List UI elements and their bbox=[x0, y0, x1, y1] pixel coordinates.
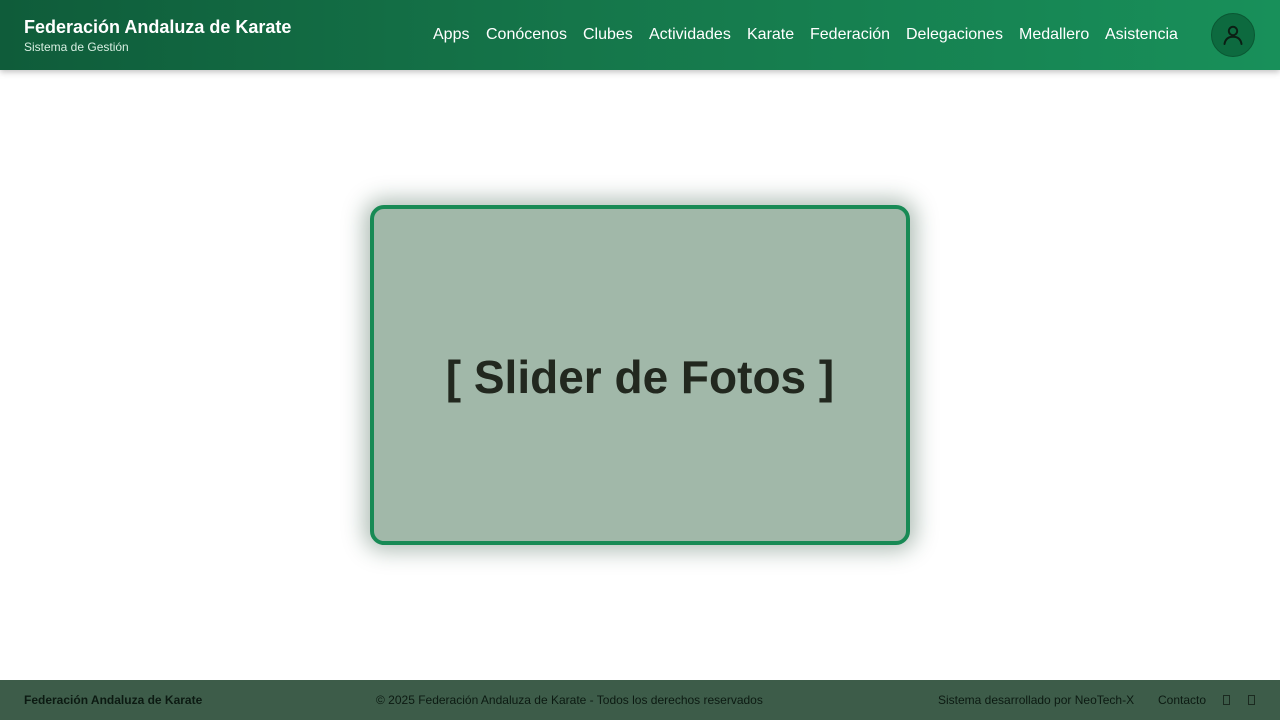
footer-copyright: © 2025 Federación Andaluza de Karate - T… bbox=[376, 693, 763, 707]
main-content: [ Slider de Fotos ] bbox=[0, 70, 1280, 680]
social-icon[interactable] bbox=[1248, 695, 1255, 705]
footer-developer: Sistema desarrollado por NeoTech-X bbox=[938, 693, 1135, 707]
top-navbar: Federación Andaluza de Karate Sistema de… bbox=[0, 0, 1280, 70]
photo-slider[interactable]: [ Slider de Fotos ] bbox=[370, 205, 910, 545]
nav-item-delegaciones[interactable]: Delegaciones bbox=[906, 24, 1003, 46]
nav-item-apps[interactable]: Apps bbox=[433, 24, 469, 46]
nav-item-clubes[interactable]: Clubes bbox=[583, 24, 633, 46]
nav-item-actividades[interactable]: Actividades bbox=[649, 24, 731, 46]
footer-brand: Federación Andaluza de Karate bbox=[24, 693, 203, 707]
nav-item-conocenos[interactable]: Conócenos bbox=[486, 24, 567, 46]
nav-item-federacion[interactable]: Federación bbox=[810, 24, 890, 46]
user-avatar-button[interactable] bbox=[1211, 13, 1255, 57]
footer: Federación Andaluza de Karate © 2025 Fed… bbox=[0, 680, 1280, 720]
nav-item-karate[interactable]: Karate bbox=[747, 24, 794, 46]
slider-placeholder-text: [ Slider de Fotos ] bbox=[445, 351, 835, 403]
footer-contact-link[interactable]: Contacto bbox=[1158, 693, 1206, 707]
social-icon[interactable] bbox=[1223, 695, 1230, 705]
user-icon bbox=[1223, 25, 1243, 45]
nav-item-medallero[interactable]: Medallero bbox=[1019, 24, 1089, 46]
main-nav: Apps Conócenos Clubes Actividades Karate… bbox=[0, 24, 1280, 46]
nav-item-asistencia[interactable]: Asistencia bbox=[1105, 24, 1178, 46]
